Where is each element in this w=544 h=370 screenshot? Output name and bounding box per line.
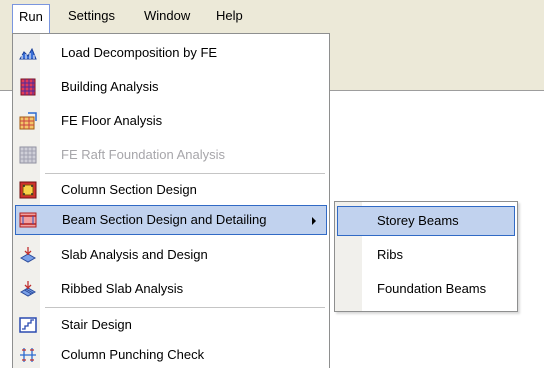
menu-item-label: Load Decomposition by FE: [61, 45, 218, 60]
menu-separator: [45, 307, 325, 308]
menu-window[interactable]: Window: [138, 4, 196, 28]
menu-item-label: Beam Section Design and Detailing: [62, 212, 267, 227]
submenu-item-label: Foundation Beams: [377, 281, 487, 296]
menu-item-fe-raft-foundation[interactable]: FE Raft Foundation Analysis: [15, 140, 327, 170]
submenu-item-label: Ribs: [377, 247, 404, 262]
raft-foundation-icon: [19, 146, 37, 164]
submenu-item-label: Storey Beams: [377, 213, 459, 228]
menu-help[interactable]: Help: [210, 4, 249, 28]
menu-item-column-punching-check[interactable]: Column Punching Check: [15, 340, 327, 370]
menu-item-load-decomposition[interactable]: Load Decomposition by FE: [15, 38, 327, 68]
menu-run[interactable]: Run: [12, 4, 50, 34]
menu-settings[interactable]: Settings: [62, 4, 121, 28]
beam-section-submenu: Storey Beams Ribs Foundation Beams: [334, 201, 518, 312]
menu-item-label: Column Section Design: [61, 182, 197, 197]
menu-item-stair-design[interactable]: Stair Design: [15, 310, 327, 340]
menu-item-label: FE Raft Foundation Analysis: [61, 147, 226, 162]
menu-item-label: Stair Design: [61, 317, 132, 332]
submenu-item-storey-beams[interactable]: Storey Beams: [337, 206, 515, 236]
column-section-icon: [19, 181, 37, 199]
ribbed-slab-icon: [19, 281, 37, 297]
submenu-item-foundation-beams[interactable]: Foundation Beams: [337, 274, 515, 304]
menu-item-building-analysis[interactable]: Building Analysis: [15, 72, 327, 102]
menu-item-column-section-design[interactable]: Column Section Design: [15, 175, 327, 205]
menu-item-label: Ribbed Slab Analysis: [61, 281, 184, 296]
building-grid-icon: [20, 78, 36, 96]
menu-bar: Run Settings Window Help: [0, 0, 544, 34]
menu-item-label: FE Floor Analysis: [61, 113, 163, 128]
menu-separator: [45, 173, 325, 174]
run-menu-dropdown: Load Decomposition by FE Building Analys…: [12, 33, 330, 368]
menu-item-fe-floor-analysis[interactable]: FE Floor Analysis: [15, 106, 327, 136]
menu-item-label: Slab Analysis and Design: [61, 247, 208, 262]
beam-section-icon: [19, 212, 37, 228]
load-decomposition-icon: [19, 47, 37, 60]
submenu-item-ribs[interactable]: Ribs: [337, 240, 515, 270]
floor-analysis-icon: [19, 112, 37, 130]
submenu-arrow-icon: [312, 217, 316, 225]
stair-design-icon: [19, 317, 37, 333]
menu-item-label: Building Analysis: [61, 79, 159, 94]
menu-item-slab-analysis[interactable]: Slab Analysis and Design: [15, 240, 327, 270]
punching-check-icon: [20, 348, 36, 362]
menu-item-beam-section-design[interactable]: Beam Section Design and Detailing: [15, 205, 327, 235]
menu-item-ribbed-slab-analysis[interactable]: Ribbed Slab Analysis: [15, 274, 327, 304]
slab-analysis-icon: [19, 247, 37, 263]
menu-item-label: Column Punching Check: [61, 347, 205, 362]
